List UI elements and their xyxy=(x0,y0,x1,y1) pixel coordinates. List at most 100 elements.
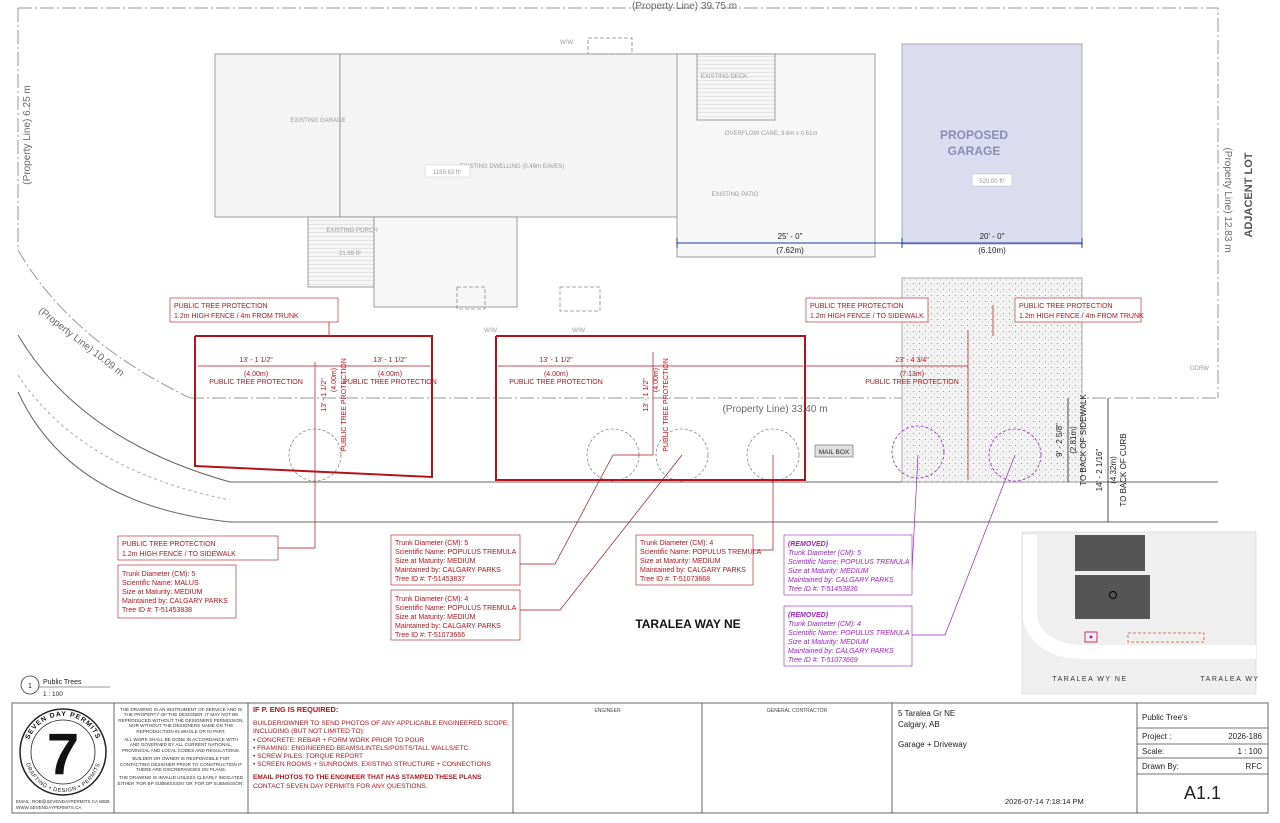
disclaimer-line: NOR WITHOUT THE DESIGNERS NAME ON THE xyxy=(128,723,234,729)
disclaimer-line: EITHER 'FOR BP SUBMISSION' OR 'FOR DP SU… xyxy=(117,780,245,786)
existing-dwelling-shape xyxy=(339,53,696,218)
zone1-right-dim-m: (4.00m) xyxy=(378,371,402,378)
svg-text:Tree ID #: T-51453837: Tree ID #: T-51453837 xyxy=(395,576,465,583)
project-number-label: Project : xyxy=(1142,732,1172,741)
svg-text:Tree ID #: T-51073669: Tree ID #: T-51073669 xyxy=(788,657,858,664)
dwelling-area-label: 1189.63 ft² xyxy=(433,170,461,176)
p-eng-line: • CONCRETE: REBAR + FORM WORK PRIOR TO P… xyxy=(253,736,425,744)
tree-info-malus: Trunk Diameter (CM): 5 Scientific Name: … xyxy=(117,564,237,619)
callout-fence-c: PUBLIC TREE PROTECTION 1.2m HIGH FENCE /… xyxy=(1014,297,1144,323)
svg-text:Scientific Name: MALUS: Scientific Name: MALUS xyxy=(122,580,199,587)
p-eng-email-line: EMAIL PHOTOS TO THE ENGINEER THAT HAS ST… xyxy=(253,774,482,782)
p-eng-line: BUILDER/OWNER TO SEND PHOTOS OF ANY APPL… xyxy=(253,720,510,728)
property-line-left-label: (Property Line) 6.25 m xyxy=(22,85,33,185)
svg-text:(REMOVED): (REMOVED) xyxy=(788,541,829,548)
existing-garage-shape xyxy=(214,53,341,218)
porch-step-shape xyxy=(373,216,518,308)
project-number-value: 2026-186 xyxy=(1228,732,1262,741)
key-plan-map: TARALEA WY NE TARALEA WY xyxy=(1021,531,1259,695)
svg-text:1.2m HIGH FENCE / 4m FROM TRUN: 1.2m HIGH FENCE / 4m FROM TRUNK xyxy=(1019,313,1144,320)
svg-text:Trunk Diameter (CM): 5: Trunk Diameter (CM): 5 xyxy=(395,540,468,547)
ww-label-left: W/W xyxy=(484,328,497,334)
sidewalk-dim-note: TO BACK OF SIDEWALK xyxy=(1079,394,1088,486)
removed-tree-info-51453836: (REMOVED) Trunk Diameter (CM): 5 Scienti… xyxy=(783,534,913,596)
view-title: 1 Public Trees 1 : 100 xyxy=(20,675,110,698)
odrw-label: ODRW xyxy=(1190,366,1209,372)
zone3-ptp: PUBLIC TREE PROTECTION xyxy=(865,379,959,386)
tree-info-51453837: Trunk Diameter (CM): 5 Scientific Name: … xyxy=(390,534,521,586)
p-eng-title: IF P. ENG IS REQUIRED: xyxy=(253,705,339,714)
sidewalk-dim: 9' - 2 5/8" xyxy=(1055,423,1064,457)
svg-text:Size at Maturity: MEDIUM: Size at Maturity: MEDIUM xyxy=(395,558,476,565)
proposed-area-label: 520.00 ft² xyxy=(979,179,1004,185)
site-plan-drawing: (Property Line) 39.75 m (Property Line) … xyxy=(11,1,1269,814)
svg-text:PUBLIC TREE PROTECTION: PUBLIC TREE PROTECTION xyxy=(1019,303,1113,310)
dim-20ft: 20' - 0" xyxy=(980,232,1005,241)
project-address-line-2: Calgary, AB xyxy=(898,720,940,729)
callout-fence-b: PUBLIC TREE PROTECTION 1.2m HIGH FENCE /… xyxy=(805,297,929,323)
dim-25ft: 25' - 0" xyxy=(778,232,803,241)
svg-text:1.2m HIGH FENCE / 4m FROM TRUN: 1.2m HIGH FENCE / 4m FROM TRUNK xyxy=(174,313,299,320)
svg-text:Maintained by: CALGARY PARKS: Maintained by: CALGARY PARKS xyxy=(788,577,894,584)
p-eng-section: IF P. ENG IS REQUIRED: BUILDER/OWNER TO … xyxy=(253,705,511,791)
p-eng-line: INCLUDING (BUT NOT LIMITED TO): xyxy=(253,728,365,736)
p-eng-line: • FRAMING: ENGINEERED BEAMS/LINTELS/POST… xyxy=(253,744,471,752)
svg-text:Trunk Diameter (CM): 5: Trunk Diameter (CM): 5 xyxy=(122,571,195,578)
removed-tree-info-51073669: (REMOVED) Trunk Diameter (CM): 4 Scienti… xyxy=(783,605,913,667)
callout-fence-d: PUBLIC TREE PROTECTION 1.2m HIGH FENCE /… xyxy=(117,535,279,561)
engineer-label: ENGINEER xyxy=(594,708,621,714)
key-plan-street-2: TARALEA WY xyxy=(1200,676,1259,683)
existing-dwelling-label: EXISTING DWELLING (0.46m EAVES) xyxy=(460,164,565,170)
disclaimer-block: THE DRAWING IS AN INSTRUMENT OF SERVICE … xyxy=(116,707,246,786)
zone3-dim-m: (7.13m) xyxy=(900,371,924,378)
existing-garage-label: EXISTING GARAGE xyxy=(290,118,345,124)
svg-text:Tree ID #: T-51073668: Tree ID #: T-51073668 xyxy=(640,576,710,583)
svg-text:Maintained by: CALGARY PARKS: Maintained by: CALGARY PARKS xyxy=(640,567,746,574)
svg-text:(REMOVED): (REMOVED) xyxy=(788,612,829,619)
project-scope: Garage + Driveway xyxy=(898,740,967,749)
zone2-dim: 13' - 1 1/2" xyxy=(539,357,573,364)
view-name: Public Trees xyxy=(43,679,82,686)
curb-dim: 14' - 2 1/16" xyxy=(1095,449,1104,492)
svg-text:Maintained by: CALGARY PARKS: Maintained by: CALGARY PARKS xyxy=(395,567,501,574)
sidewalk-dim-m: (2.81m) xyxy=(1069,426,1078,454)
existing-deck-label: EXISTING DECK xyxy=(701,74,747,80)
svg-text:PUBLIC TREE PROTECTION: PUBLIC TREE PROTECTION xyxy=(174,303,268,310)
dim-25ft-metric: (7.62m) xyxy=(776,246,804,255)
tree-protection-fences xyxy=(194,335,806,481)
svg-text:Size at Maturity: MEDIUM: Size at Maturity: MEDIUM xyxy=(788,568,869,575)
existing-porch-label: EXISTING PORCH xyxy=(326,228,377,234)
property-line-front-label: (Property Line) 33.40 m xyxy=(722,404,827,415)
svg-text:Scientific Name: POPULUS TREMU: Scientific Name: POPULUS TREMULA xyxy=(395,605,517,612)
zone1-vert-dim-m: (4.00m) xyxy=(331,368,338,392)
existing-deck-shape xyxy=(696,53,776,121)
key-plan-street-1: TARALEA WY NE xyxy=(1052,676,1127,683)
ww-label-top: W/W xyxy=(560,40,573,46)
zone2-vert-dim: 13' - 1 1/2" xyxy=(643,378,650,412)
disclaimer-line: BUILDER OR OWNER IS RESPONSIBLE FOR xyxy=(132,756,230,762)
svg-text:Size at Maturity: MEDIUM: Size at Maturity: MEDIUM xyxy=(395,614,476,621)
street-name-label: TARALEA WAY NE xyxy=(635,617,740,631)
drawn-by-value: RFC xyxy=(1245,762,1262,771)
zone1-right-ptp: PUBLIC TREE PROTECTION xyxy=(343,379,437,386)
zone1-vert-ptp: PUBLIC TREE PROTECTION xyxy=(341,358,348,452)
overflow-note-label: OVERFLOW CANE, 3.6m x 0.61m xyxy=(725,131,817,137)
proposed-garage-label-1: PROPOSED xyxy=(940,128,1008,142)
zone2-vert-ptp: PUBLIC TREE PROTECTION xyxy=(663,358,670,452)
mail-box-label: MAIL BOX xyxy=(819,449,850,456)
callout-fence-a: PUBLIC TREE PROTECTION 1.2m HIGH FENCE /… xyxy=(169,297,339,323)
view-number: 1 xyxy=(28,683,32,690)
svg-text:Maintained by: CALGARY PARKS: Maintained by: CALGARY PARKS xyxy=(395,623,501,630)
existing-patio-label: EXISTING PATIO xyxy=(712,192,759,198)
proposed-garage-label-2: GARAGE xyxy=(948,144,1001,158)
svg-text:Size at Maturity: MEDIUM: Size at Maturity: MEDIUM xyxy=(122,589,203,596)
curb-dim-note: TO BACK OF CURB xyxy=(1119,433,1128,506)
svg-text:Trunk Diameter (CM): 4: Trunk Diameter (CM): 4 xyxy=(640,540,713,547)
svg-text:1.2m HIGH FENCE / TO SIDEWALK: 1.2m HIGH FENCE / TO SIDEWALK xyxy=(810,313,924,320)
svg-text:PUBLIC TREE PROTECTION: PUBLIC TREE PROTECTION xyxy=(810,303,904,310)
sheet-title: Public Tree's xyxy=(1142,713,1188,722)
svg-text:Tree ID #: T-51073666: Tree ID #: T-51073666 xyxy=(395,632,465,639)
dim-20ft-metric: (6.10m) xyxy=(978,246,1006,255)
property-line-top-label: (Property Line) 39.75 m xyxy=(632,1,737,12)
p-eng-contact-line: CONTACT SEVEN DAY PERMITS FOR ANY QUESTI… xyxy=(253,782,428,790)
